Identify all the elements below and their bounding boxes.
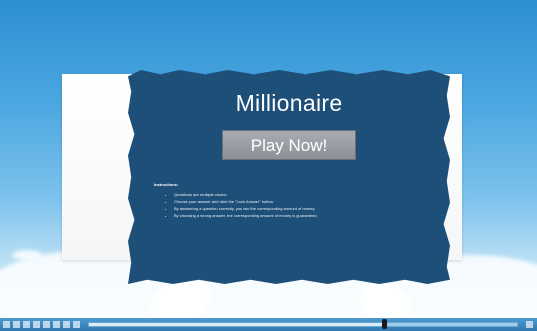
- forward-icon[interactable]: [43, 321, 50, 328]
- game-title: Millionaire: [235, 90, 343, 116]
- volume-icon[interactable]: [53, 321, 60, 328]
- instruction-item: Questions are multiple choice.: [174, 192, 424, 198]
- game-stage: Millionaire Play Now! Instructions: Ques…: [0, 0, 537, 331]
- fullscreen-icon[interactable]: [73, 321, 80, 328]
- title-panel: Millionaire Play Now! Instructions: Ques…: [128, 70, 450, 284]
- play-now-button[interactable]: Play Now!: [222, 130, 356, 160]
- progress-track[interactable]: [88, 319, 518, 329]
- instruction-item: By answering a question correctly, you w…: [174, 206, 424, 212]
- instructions-list: Questions are multiple choice. Choose yo…: [164, 192, 424, 220]
- back-icon[interactable]: [3, 321, 10, 328]
- instruction-item: Choose your answer and click the "Lock A…: [174, 199, 424, 205]
- instruction-item: By choosing a wrong answer, the correspo…: [174, 213, 424, 219]
- cloud-small: [12, 250, 42, 260]
- progress-handle[interactable]: [382, 319, 388, 329]
- player-control-bar: [0, 318, 537, 331]
- stop-icon[interactable]: [23, 321, 30, 328]
- menu-icon[interactable]: [526, 321, 533, 328]
- settings-icon[interactable]: [63, 321, 70, 328]
- instructions-heading: Instructions:: [154, 182, 179, 187]
- play-icon[interactable]: [13, 321, 20, 328]
- rewind-icon[interactable]: [33, 321, 40, 328]
- progress-fill: [89, 323, 385, 326]
